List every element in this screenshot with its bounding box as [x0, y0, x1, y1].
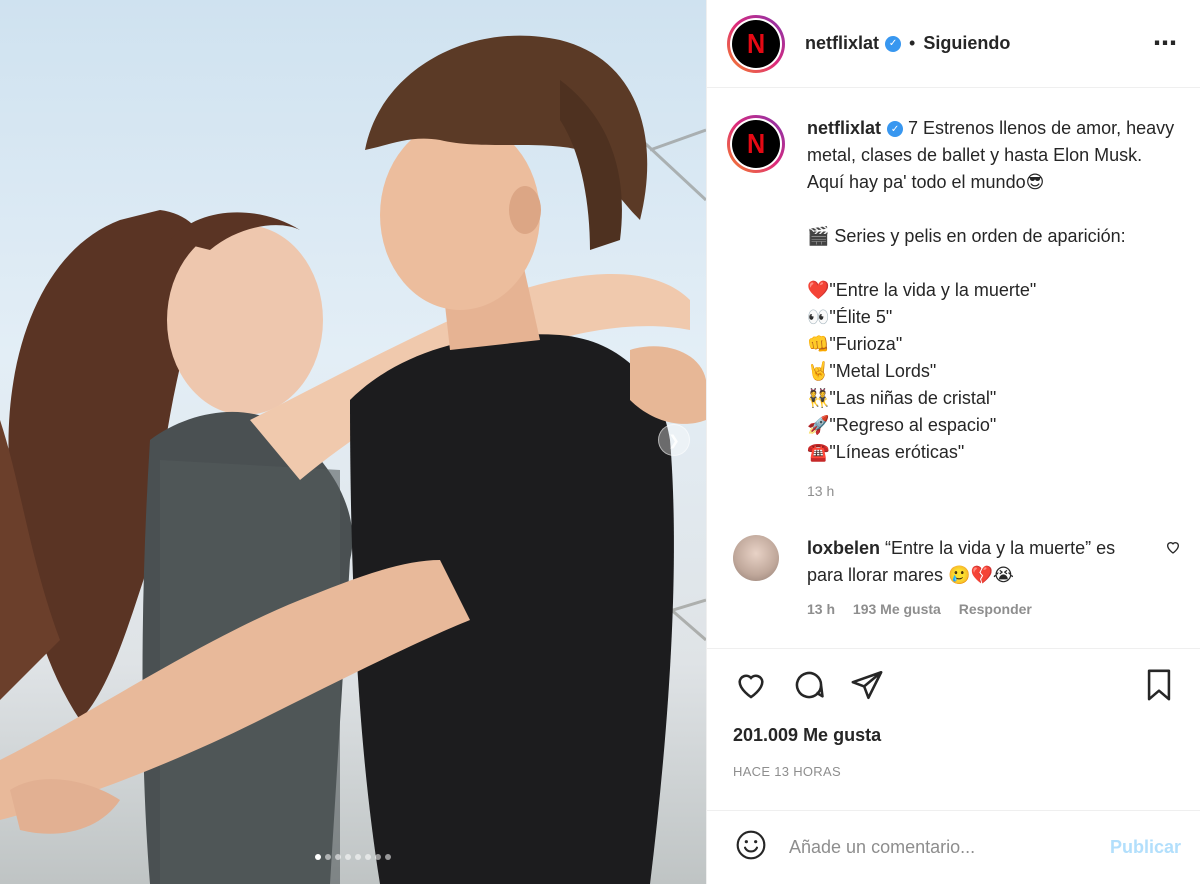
post-actions: 201.009 Me gusta HACE 13 HORAS	[707, 648, 1200, 779]
post-detail-panel: N netflixlat ✓ • Siguiendo ⋯ N netflixla…	[706, 0, 1200, 884]
verified-badge-icon: ✓	[885, 35, 902, 52]
carousel-dot	[375, 854, 381, 860]
caption-list-item: 👊"Furioza"	[807, 334, 903, 354]
commenter-avatar[interactable]	[733, 535, 779, 581]
share-paper-plane-icon[interactable]	[849, 667, 885, 703]
comment-bubble-icon[interactable]	[791, 667, 827, 703]
comment-meta: 13 h 193 Me gusta Responder	[807, 601, 1181, 617]
add-comment-bar: Publicar	[707, 810, 1200, 884]
caption-list-item: 🤘"Metal Lords"	[807, 361, 937, 381]
netflix-logo: N	[746, 128, 766, 159]
comment-input[interactable]	[789, 837, 1079, 858]
likes-count[interactable]: 201.009 Me gusta	[733, 725, 1177, 746]
carousel-dot	[315, 854, 321, 860]
comment-likes[interactable]: 193 Me gusta	[853, 601, 941, 617]
account-username[interactable]: netflixlat	[805, 33, 879, 54]
caption-timestamp[interactable]: 13 h	[807, 478, 1181, 505]
comment-username[interactable]: loxbelen	[807, 538, 880, 558]
carousel-next-button[interactable]: ❯	[658, 424, 690, 456]
carousel-dot	[385, 854, 391, 860]
bookmark-icon[interactable]	[1141, 667, 1177, 703]
post-caption: N netflixlat ✓ 7 Estrenos llenos de amor,…	[727, 115, 1181, 505]
post-timestamp[interactable]: HACE 13 HORAS	[733, 764, 1177, 779]
caption-list-item: 🚀"Regreso al espacio"	[807, 415, 997, 435]
comment-reply-button[interactable]: Responder	[959, 601, 1032, 617]
chevron-right-icon: ❯	[668, 431, 680, 448]
emoji-icon[interactable]	[735, 829, 767, 866]
comments-list[interactable]: N netflixlat ✓ 7 Estrenos llenos de amor,…	[707, 89, 1200, 637]
caption-list: ❤️"Entre la vida y la muerte" 👀"Élite 5" 👊…	[807, 277, 1181, 466]
comment-like-heart-icon[interactable]	[1165, 539, 1181, 589]
caption-avatar[interactable]: N	[727, 115, 785, 173]
post-header: N netflixlat ✓ • Siguiendo ⋯	[707, 0, 1200, 88]
comment-timestamp[interactable]: 13 h	[807, 601, 835, 617]
post-photo[interactable]: ❯	[0, 0, 706, 884]
caption-section-title: 🎬 Series y pelis en orden de aparición:	[807, 226, 1126, 246]
carousel-indicator	[0, 854, 706, 860]
carousel-dot	[335, 854, 341, 860]
account-avatar[interactable]: N	[727, 14, 785, 73]
caption-list-item: ❤️"Entre la vida y la muerte"	[807, 280, 1037, 300]
more-horizontal-icon[interactable]: ⋯	[1153, 29, 1178, 58]
carousel-dot	[325, 854, 331, 860]
netflix-logo: N	[746, 27, 766, 59]
carousel-dot	[355, 854, 361, 860]
caption-list-item: ☎️"Líneas eróticas"	[807, 442, 965, 462]
following-button[interactable]: Siguiendo	[923, 33, 1010, 54]
caption-list-item: 👀"Élite 5"	[807, 307, 893, 327]
caption-list-item: 👯"Las niñas de cristal"	[807, 388, 997, 408]
header-separator: •	[909, 33, 916, 53]
carousel-dot	[365, 854, 371, 860]
caption-username[interactable]: netflixlat	[807, 118, 881, 138]
verified-badge-icon: ✓	[887, 121, 904, 138]
post-comment-button[interactable]: Publicar	[1110, 837, 1181, 858]
carousel-dot	[345, 854, 351, 860]
comment-item: loxbelen “Entre la vida y la muerte” es …	[727, 535, 1181, 589]
like-heart-icon[interactable]	[733, 667, 769, 703]
photo-illustration	[0, 35, 706, 884]
